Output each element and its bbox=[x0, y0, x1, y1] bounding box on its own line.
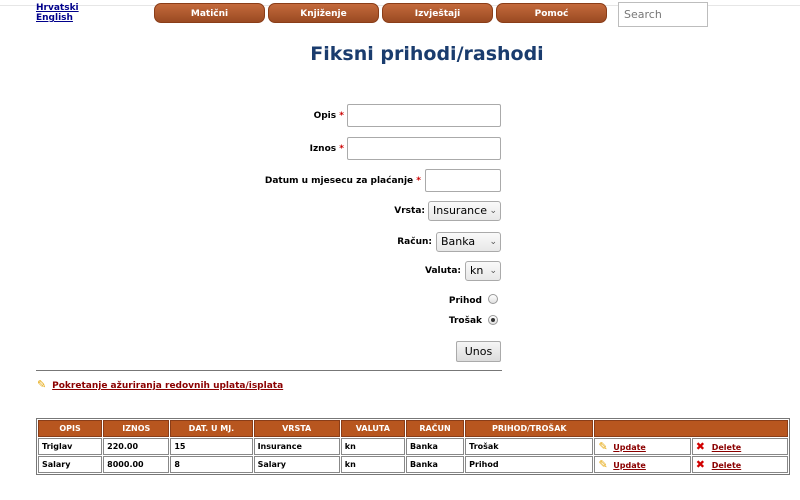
delete-link[interactable]: Delete bbox=[712, 443, 741, 452]
nav-knjizenje-button[interactable]: Knjiženje bbox=[268, 3, 379, 23]
racun-select[interactable]: Banka ⌄ bbox=[436, 232, 501, 252]
pokretanje-azuriranja-link[interactable]: Pokretanje ažuriranja redovnih uplata/is… bbox=[52, 381, 283, 391]
trosak-radio[interactable] bbox=[488, 315, 498, 325]
valuta-selected-value: kn bbox=[470, 264, 484, 277]
cell-delete: ✖ Delete bbox=[691, 456, 788, 473]
datum-input[interactable] bbox=[425, 169, 501, 192]
cell-dan: 15 bbox=[170, 438, 253, 455]
language-switcher: Hrvatski English bbox=[36, 3, 79, 23]
iznos-label: Iznos * bbox=[309, 144, 344, 154]
cell-delete: ✖ Delete bbox=[691, 438, 788, 455]
racun-selected-value: Banka bbox=[441, 235, 476, 248]
valuta-select[interactable]: kn ⌄ bbox=[465, 261, 501, 281]
col-header-prihod-trosak: PRIHOD/TROŠAK bbox=[465, 420, 594, 437]
vrsta-label: Vrsta: bbox=[394, 206, 425, 216]
cell-racun: Banka bbox=[405, 438, 465, 455]
cell-update: ✎ Update bbox=[594, 438, 691, 455]
valuta-label: Valuta: bbox=[424, 266, 461, 276]
prihod-label: Prihod bbox=[448, 296, 482, 306]
lang-english-link[interactable]: English bbox=[36, 13, 79, 23]
cell-valuta: kn bbox=[340, 438, 405, 455]
vrsta-select[interactable]: Insurance ⌄ bbox=[428, 201, 501, 221]
cell-racun: Banka bbox=[405, 456, 465, 473]
nav-pomoc-button[interactable]: Pomoć bbox=[496, 3, 607, 23]
col-header-valuta: VALUTA bbox=[340, 420, 405, 437]
cell-iznos: 8000.00 bbox=[103, 456, 170, 473]
cell-vrsta: Insurance bbox=[253, 438, 340, 455]
cell-dan: 8 bbox=[170, 456, 253, 473]
col-header-dat: DAT. U MJ. bbox=[170, 420, 253, 437]
update-link[interactable]: Update bbox=[613, 461, 646, 470]
fixed-items-table: OPIS IZNOS DAT. U MJ. VRSTA VALUTA RAČUN… bbox=[36, 418, 790, 475]
cell-opis: Triglav bbox=[38, 438, 103, 455]
divider bbox=[36, 370, 502, 371]
table-header-row: OPIS IZNOS DAT. U MJ. VRSTA VALUTA RAČUN… bbox=[38, 420, 788, 437]
col-header-racun: RAČUN bbox=[405, 420, 465, 437]
trosak-label: Trošak bbox=[448, 316, 482, 326]
pencil-icon: ✎ bbox=[598, 458, 608, 471]
cell-update: ✎ Update bbox=[594, 456, 691, 473]
pencil-icon: ✎ bbox=[37, 378, 47, 391]
update-link-row: ✎ Pokretanje ažuriranja redovnih uplata/… bbox=[37, 378, 283, 391]
page-title: Fiksni prihodi/rashodi bbox=[310, 43, 544, 65]
update-link[interactable]: Update bbox=[613, 443, 646, 452]
opis-label: Opis * bbox=[313, 111, 344, 121]
col-header-opis: OPIS bbox=[38, 420, 103, 437]
delete-x-icon: ✖ bbox=[695, 440, 705, 453]
datum-label: Datum u mjesecu za plaćanje * bbox=[264, 176, 421, 186]
search-input[interactable] bbox=[618, 2, 708, 27]
table-row: Salary 8000.00 8 Salary kn Banka Prihod … bbox=[38, 456, 788, 473]
col-header-vrsta: VRSTA bbox=[253, 420, 340, 437]
chevron-down-icon: ⌄ bbox=[489, 237, 497, 247]
cell-valuta: kn bbox=[340, 456, 405, 473]
table-row: Triglav 220.00 15 Insurance kn Banka Tro… bbox=[38, 438, 788, 455]
prihod-radio[interactable] bbox=[488, 294, 498, 304]
unos-submit-button[interactable]: Unos bbox=[456, 341, 501, 362]
cell-tip: Prihod bbox=[465, 456, 594, 473]
iznos-input[interactable] bbox=[347, 137, 501, 160]
delete-x-icon: ✖ bbox=[695, 458, 705, 471]
cell-tip: Trošak bbox=[465, 438, 594, 455]
nav-izvjestaji-button[interactable]: Izvještaji bbox=[382, 3, 493, 23]
col-header-actions bbox=[594, 420, 788, 437]
delete-link[interactable]: Delete bbox=[712, 461, 741, 470]
cell-opis: Salary bbox=[38, 456, 103, 473]
chevron-down-icon: ⌄ bbox=[489, 266, 497, 276]
vrsta-selected-value: Insurance bbox=[433, 204, 487, 217]
lang-hrvatski-link[interactable]: Hrvatski bbox=[36, 3, 79, 13]
chevron-down-icon: ⌄ bbox=[489, 206, 497, 216]
racun-label: Račun: bbox=[397, 237, 432, 247]
pencil-icon: ✎ bbox=[598, 440, 608, 453]
nav-maticni-button[interactable]: Matični bbox=[154, 3, 265, 23]
main-nav: Matični Knjiženje Izvještaji Pomoć bbox=[154, 3, 607, 23]
col-header-iznos: IZNOS bbox=[103, 420, 170, 437]
cell-iznos: 220.00 bbox=[103, 438, 170, 455]
opis-input[interactable] bbox=[347, 104, 501, 127]
cell-vrsta: Salary bbox=[253, 456, 340, 473]
